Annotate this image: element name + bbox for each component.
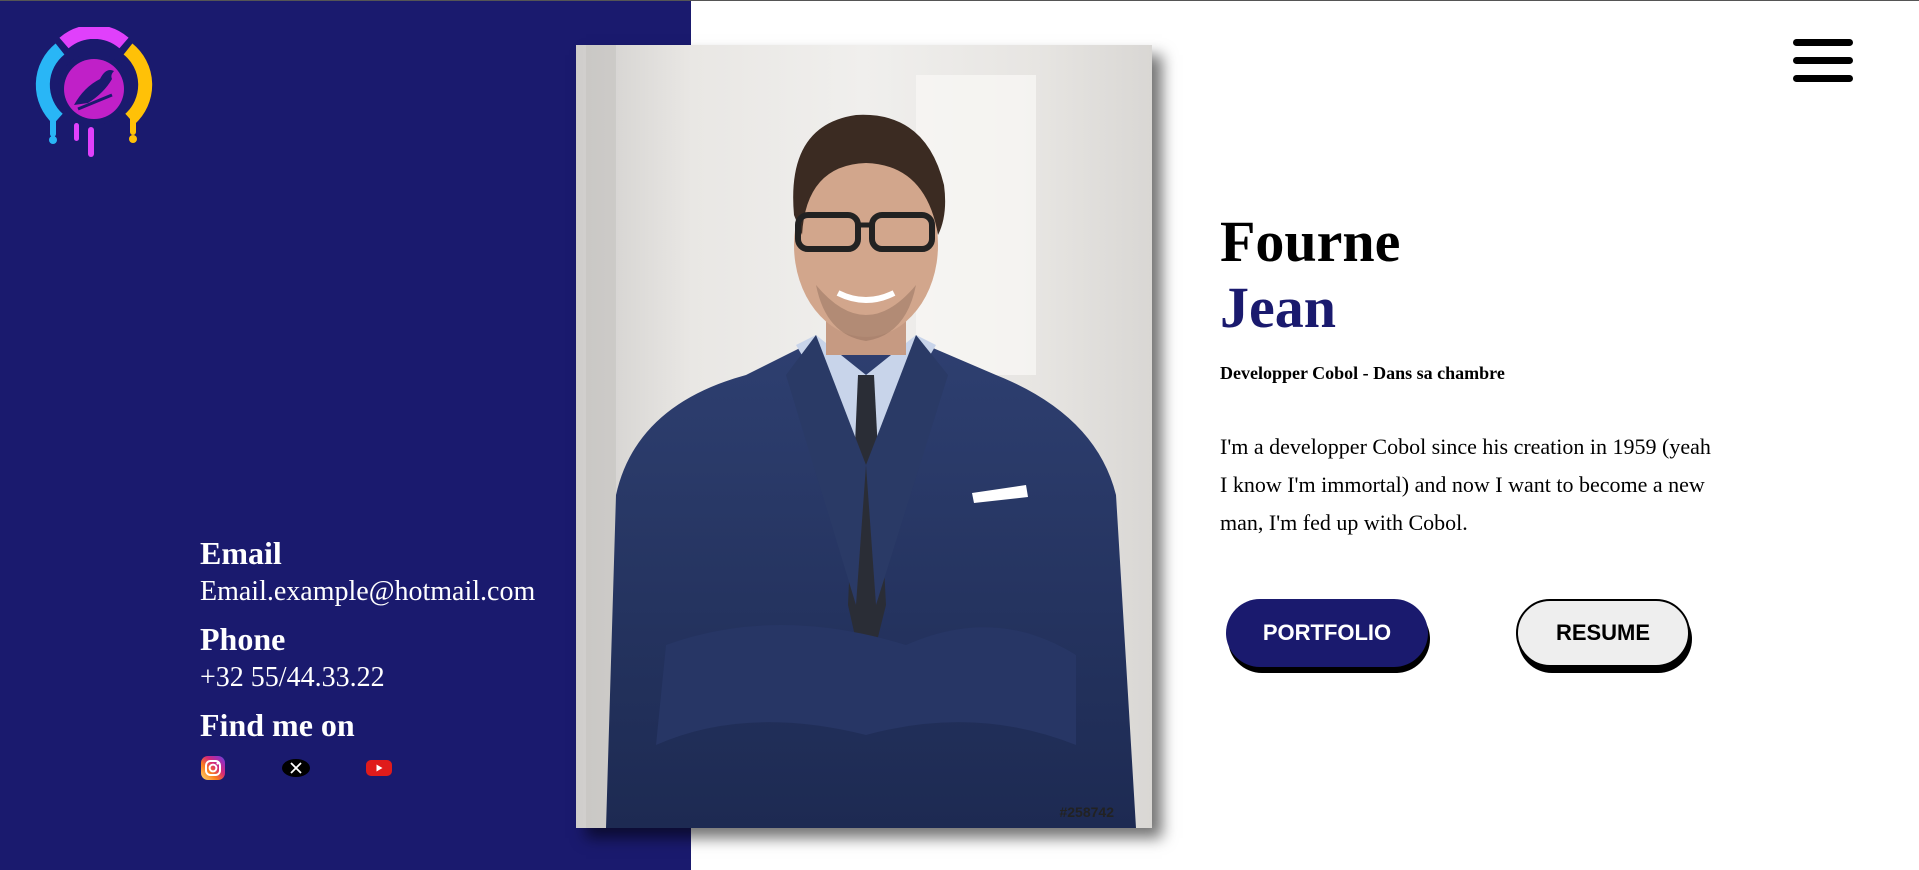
youtube-icon[interactable] <box>365 758 393 778</box>
phone-heading: Phone <box>200 621 286 657</box>
job-title: Developper Cobol - Dans sa chambre <box>1220 363 1505 383</box>
email-heading: Email <box>200 535 282 571</box>
intro-section: Fourne Jean Developper Cobol - Dans sa c… <box>1220 209 1740 542</box>
portfolio-page: Email Email.example@hotmail.com Phone +3… <box>0 0 1919 870</box>
resume-button[interactable]: RESUME <box>1516 599 1690 667</box>
profile-photo: #258742 <box>576 45 1152 828</box>
first-name: Jean <box>1220 275 1336 340</box>
phone-value[interactable]: +32 55/44.33.22 <box>200 659 535 697</box>
social-heading: Find me on <box>200 707 355 743</box>
social-links <box>200 755 535 781</box>
x-twitter-icon[interactable] <box>281 758 311 778</box>
photo-id-label: #258742 <box>1059 804 1114 820</box>
instagram-icon[interactable] <box>200 755 226 781</box>
hamburger-menu-icon[interactable] <box>1793 39 1855 89</box>
last-name: Fourne <box>1220 209 1401 274</box>
portfolio-button[interactable]: PORTFOLIO <box>1226 599 1428 667</box>
contact-info: Email Email.example@hotmail.com Phone +3… <box>200 533 535 781</box>
bird-drip-logo-icon[interactable] <box>34 27 154 159</box>
email-value[interactable]: Email.example@hotmail.com <box>200 573 535 611</box>
man-in-suit-image <box>576 45 1152 828</box>
bio-text: I'm a developper Cobol since his creatio… <box>1220 434 1711 535</box>
